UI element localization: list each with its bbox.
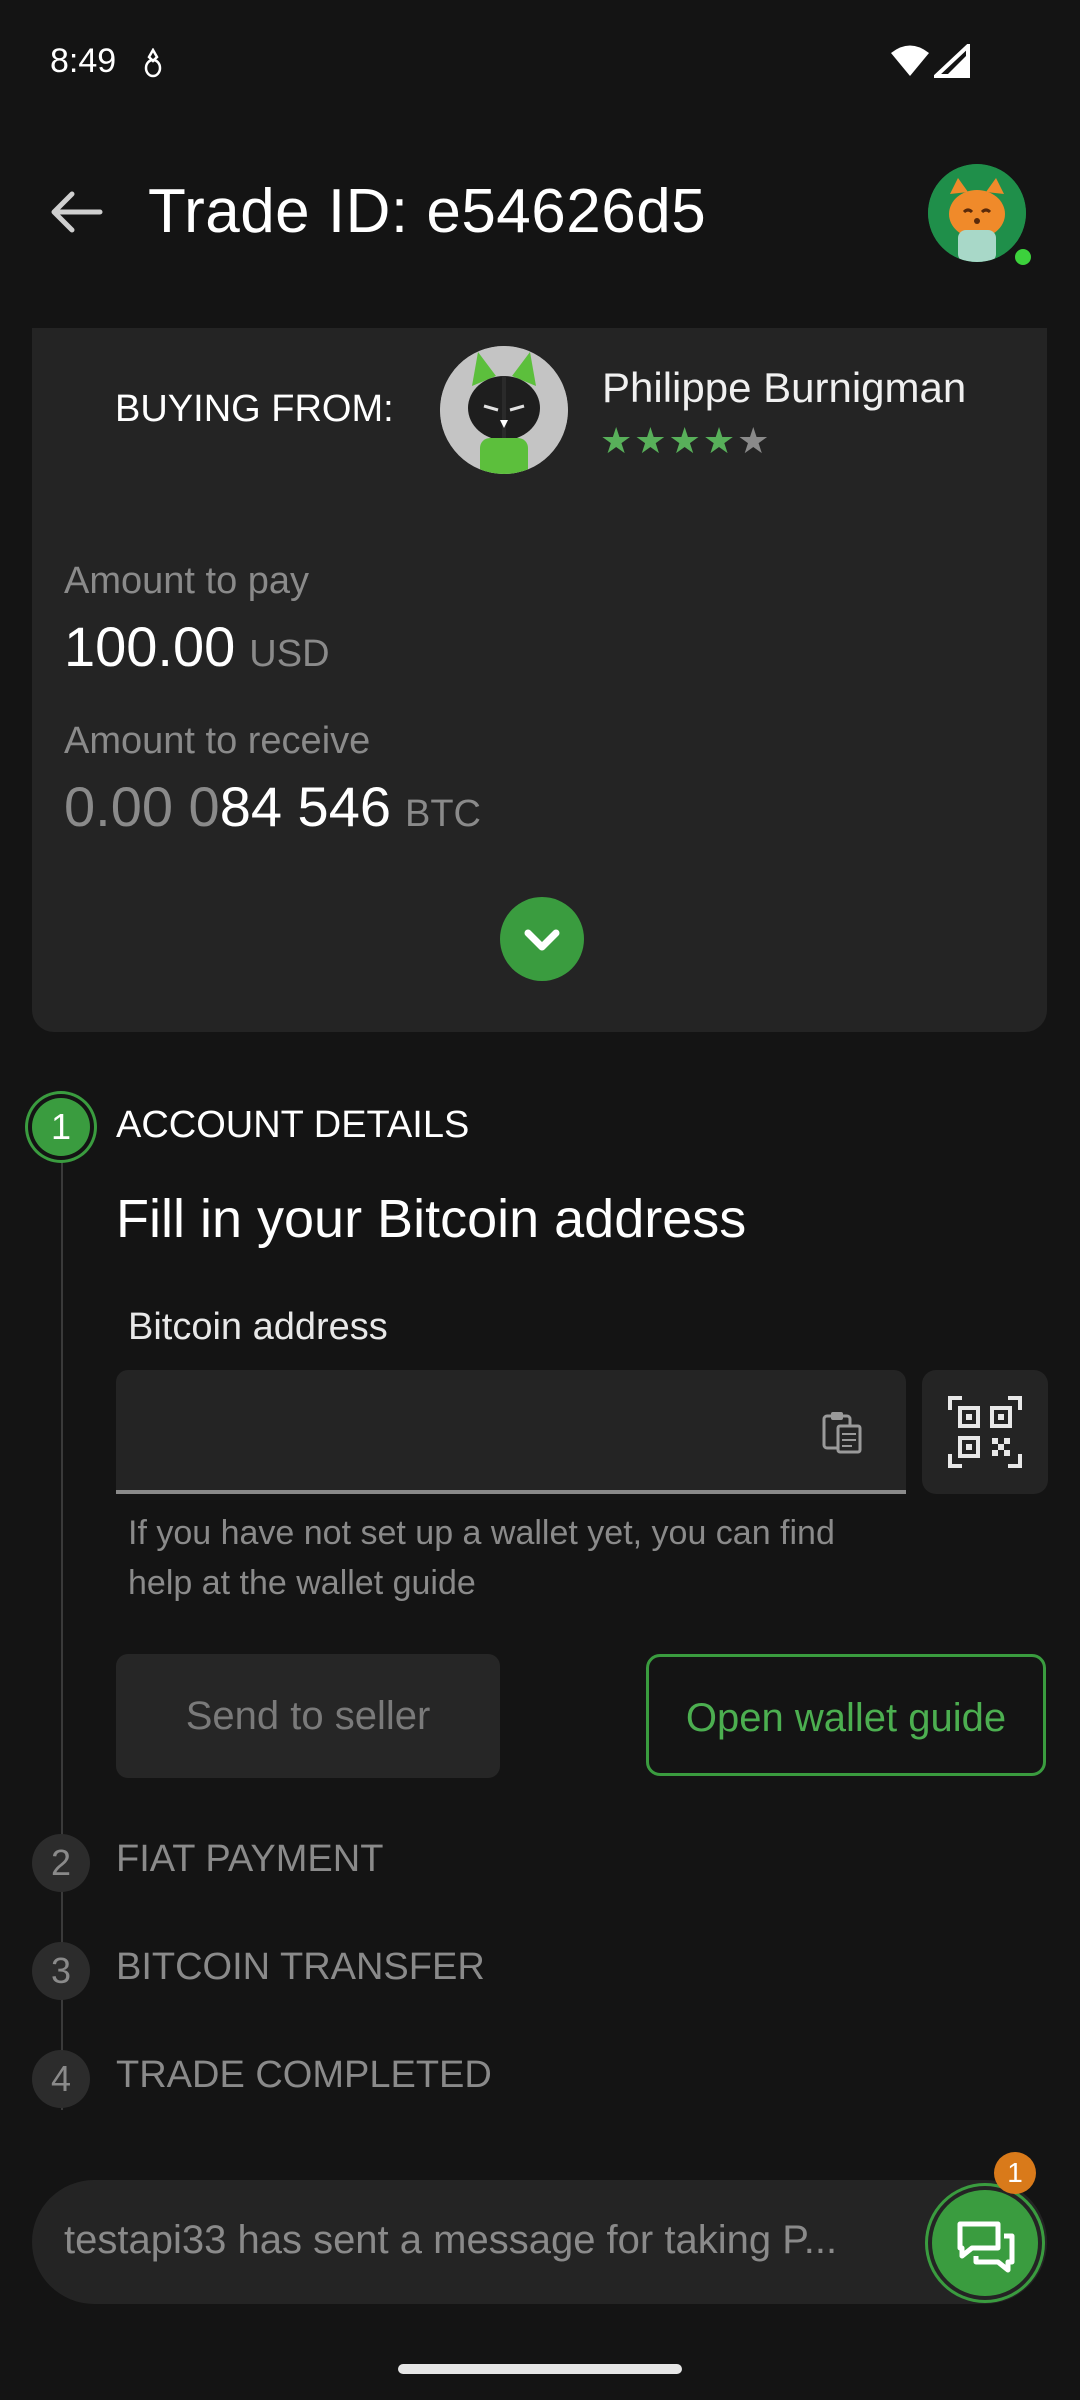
- amount-to-pay-value: 100.00: [64, 615, 236, 678]
- amount-to-pay-label: Amount to pay: [64, 560, 310, 602]
- chevron-down-icon: [524, 929, 560, 951]
- amount-to-receive-unit: BTC: [404, 793, 481, 835]
- user-avatar[interactable]: [928, 164, 1026, 262]
- step-4-title[interactable]: TRADE COMPLETED: [116, 2054, 492, 2097]
- amount-to-receive: 0.00 084 546 BTC: [64, 774, 481, 839]
- open-wallet-guide-button[interactable]: Open wallet guide: [646, 1654, 1046, 1776]
- cat-avatar-icon: [928, 164, 1026, 262]
- amount-to-receive-leading-zeros: 0.00 0: [64, 775, 220, 838]
- chat-preview-text[interactable]: testapi33 has sent a message for taking …: [64, 2218, 894, 2263]
- account-details-heading: Fill in your Bitcoin address: [116, 1189, 747, 1249]
- step-3-title[interactable]: BITCOIN TRANSFER: [116, 1946, 485, 1989]
- wifi-icon: [891, 45, 929, 76]
- seller-robot-avatar-icon: [440, 346, 568, 474]
- step-1-title[interactable]: ACCOUNT DETAILS: [116, 1104, 469, 1147]
- wallet-helper-text: If you have not set up a wallet yet, you…: [128, 1514, 835, 1602]
- unread-message-badge: 1: [994, 2152, 1036, 2194]
- scan-qr-button[interactable]: [922, 1370, 1048, 1494]
- qr-scan-icon: [948, 1396, 1022, 1468]
- paste-icon[interactable]: [820, 1408, 864, 1454]
- amount-to-receive-label: Amount to receive: [64, 720, 371, 762]
- amount-to-pay: 100.00 USD: [64, 614, 330, 679]
- page-title: Trade ID: e54626d5: [148, 177, 707, 246]
- signal-icon: [934, 44, 970, 78]
- open-chat-button[interactable]: [932, 2190, 1038, 2296]
- half-star-icon: ★: [737, 420, 772, 461]
- expand-details-button[interactable]: [500, 897, 584, 981]
- amount-to-receive-value: 84 546: [219, 775, 391, 838]
- back-arrow-icon[interactable]: [48, 188, 104, 236]
- seller-avatar[interactable]: [440, 346, 568, 474]
- seller-name: Philippe Burnigman: [602, 364, 967, 411]
- tor-icon: [144, 48, 162, 78]
- buying-from-label: BUYING FROM:: [115, 388, 394, 430]
- step-1-indicator: 1: [32, 1098, 90, 1156]
- status-time: 8:49: [50, 42, 117, 80]
- send-to-seller-button[interactable]: Send to seller: [116, 1654, 500, 1778]
- seller-rating-stars: ★★★★★: [600, 420, 772, 461]
- step-4-indicator: 4: [32, 2050, 90, 2108]
- step-3-indicator: 3: [32, 1942, 90, 2000]
- chat-icon: [957, 2221, 1015, 2273]
- step-2-title[interactable]: FIAT PAYMENT: [116, 1838, 383, 1881]
- bitcoin-address-label: Bitcoin address: [128, 1306, 388, 1348]
- amount-to-pay-unit: USD: [249, 633, 330, 675]
- online-status-dot: [1012, 246, 1034, 268]
- step-2-indicator: 2: [32, 1834, 90, 1892]
- home-indicator[interactable]: [398, 2364, 682, 2374]
- bitcoin-address-input[interactable]: [116, 1370, 906, 1494]
